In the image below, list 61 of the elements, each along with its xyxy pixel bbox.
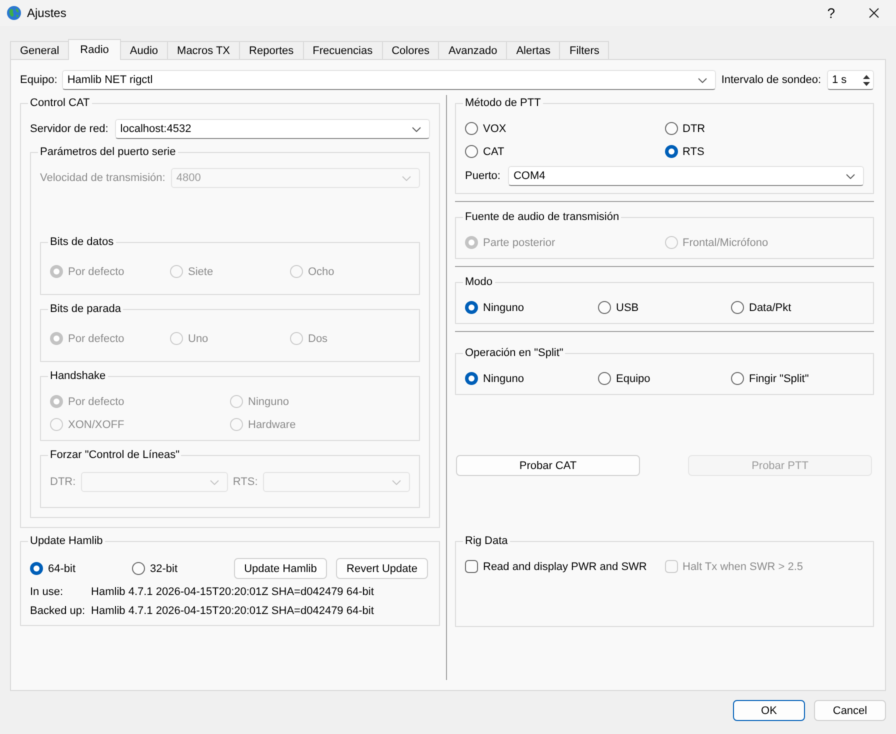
info-label: Backed up: xyxy=(30,604,86,619)
tab[interactable]: General xyxy=(10,41,70,59)
group-title: Forzar "Control de Líneas" xyxy=(49,448,180,462)
field-label: Velocidad de transmisión: xyxy=(40,172,166,184)
group-title: Update Hamlib xyxy=(29,534,104,548)
down-arrow-icon[interactable] xyxy=(863,82,870,86)
group-title: Rig Data xyxy=(464,534,509,548)
version-text: Hamlib 4.7.1 2026-04-15T20:20:01Z SHA=d042479 64-bit xyxy=(91,585,374,600)
checkbox[interactable]: Read and display PWR and SWR xyxy=(465,555,647,578)
chevron-down-icon xyxy=(698,78,708,82)
radio-button[interactable]: Ninguno xyxy=(465,296,524,319)
field-label: Servidor de red: xyxy=(30,123,108,135)
version-text: Hamlib 4.7.1 2026-04-15T20:20:01Z SHA=d042479 64-bit xyxy=(91,604,374,619)
tab[interactable]: Reportes xyxy=(239,41,304,59)
globe-icon xyxy=(7,6,21,20)
group-title: Control CAT xyxy=(29,96,91,110)
group-title: Método de PTT xyxy=(464,96,542,110)
chevron-down-icon xyxy=(412,126,421,132)
field-label: Puerto: xyxy=(465,170,500,182)
tab[interactable]: Filters xyxy=(559,41,610,59)
push-button[interactable]: Update Hamlib xyxy=(234,558,327,579)
tab[interactable]: Radio xyxy=(68,39,121,60)
chevron-down-icon xyxy=(210,480,219,484)
dropdown[interactable]: COM4 xyxy=(508,166,864,186)
chevron-down-icon xyxy=(402,176,411,180)
radio-button[interactable]: Fingir "Split" xyxy=(731,367,809,390)
spin-box[interactable]: 1 s xyxy=(827,70,874,90)
group-title: Handshake xyxy=(49,369,107,383)
radio-button[interactable]: 64-bit xyxy=(30,557,76,580)
chevron-down-icon xyxy=(846,174,855,178)
field-label: RTS: xyxy=(232,476,258,488)
info-label: In use: xyxy=(30,585,64,600)
group-title: Modo xyxy=(464,275,494,289)
radio-button[interactable]: DTR xyxy=(664,117,706,140)
radio-button[interactable]: Equipo xyxy=(598,367,650,390)
radio-button[interactable]: USB xyxy=(598,296,639,319)
help-button[interactable]: ? xyxy=(827,5,835,21)
window-title: Ajustes xyxy=(27,6,66,20)
group-title: Fuente de audio de transmisión xyxy=(464,210,620,224)
field-label: Intervalo de sondeo: xyxy=(721,74,821,86)
push-button[interactable]: Revert Update xyxy=(336,558,428,579)
field-label: DTR: xyxy=(50,476,76,488)
radio-button[interactable]: 32-bit xyxy=(132,557,178,580)
field-label: Equipo: xyxy=(20,74,58,86)
close-icon[interactable] xyxy=(869,8,879,18)
chevron-down-icon xyxy=(392,480,401,484)
push-button[interactable]: Cancel xyxy=(814,700,886,721)
radio-button[interactable]: CAT xyxy=(465,140,504,163)
group-title: Bits de parada xyxy=(49,302,122,316)
radio-button[interactable]: VOX xyxy=(465,117,506,140)
dropdown[interactable]: Hamlib NET rigctl xyxy=(62,70,716,90)
push-button[interactable]: OK xyxy=(733,700,805,721)
group-title: Bits de datos xyxy=(49,235,115,249)
up-arrow-icon[interactable] xyxy=(863,74,870,78)
group-title: Operación en "Split" xyxy=(464,346,564,360)
radio-button[interactable]: Ninguno xyxy=(465,367,524,390)
group-title: Parámetros del puerto serie xyxy=(39,145,177,159)
push-button[interactable]: Probar CAT xyxy=(456,455,640,476)
radio-button[interactable]: Data/Pkt xyxy=(731,296,792,319)
dropdown[interactable]: localhost:4532 xyxy=(115,119,430,139)
radio-button[interactable]: RTS xyxy=(664,140,704,163)
